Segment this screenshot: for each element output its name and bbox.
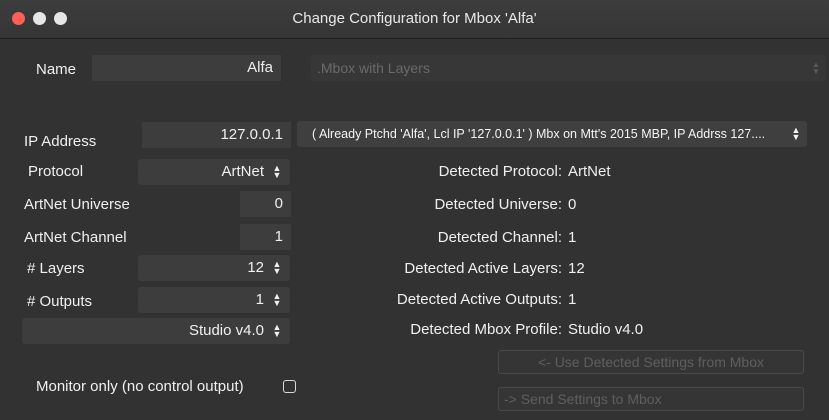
window-title: Change Configuration for Mbox 'Alfa' bbox=[292, 10, 537, 27]
profile-popup[interactable]: Studio v4.0 ▲ ▼ bbox=[22, 318, 290, 344]
profile-value: Studio v4.0 bbox=[188, 322, 264, 339]
popup-arrows-icon: ▲ ▼ bbox=[812, 60, 820, 76]
detected-outputs-row: Detected Active Outputs: 1 bbox=[296, 291, 576, 308]
ip-address-label: IP Address bbox=[24, 133, 97, 150]
name-label: Name bbox=[36, 61, 77, 78]
protocol-value: ArtNet bbox=[221, 163, 264, 180]
detected-channel-row: Detected Channel: 1 bbox=[296, 229, 577, 246]
layers-value: 12 bbox=[247, 259, 264, 276]
name-field[interactable]: Alfa bbox=[92, 55, 281, 81]
detected-universe-value: 0 bbox=[568, 196, 577, 213]
use-detected-settings-button[interactable]: <- Use Detected Settings from Mbox bbox=[498, 350, 804, 374]
detected-channel-value: 1 bbox=[568, 229, 577, 246]
detected-protocol-row: Detected Protocol: ArtNet bbox=[296, 163, 611, 180]
detected-channel-label: Detected Channel: bbox=[437, 229, 562, 246]
layers-popup[interactable]: 12 ▲ ▼ bbox=[138, 255, 290, 281]
outputs-label: # Outputs bbox=[27, 293, 93, 310]
layers-label: # Layers bbox=[27, 260, 85, 277]
protocol-popup[interactable]: ArtNet ▲ ▼ bbox=[138, 159, 290, 185]
monitor-only-checkbox[interactable] bbox=[283, 380, 296, 393]
detected-mbox-popup[interactable]: ( Already Ptchd 'Alfa', Lcl IP '127.0.0.… bbox=[297, 121, 807, 147]
ip-address-field[interactable]: 127.0.0.1 bbox=[142, 122, 291, 148]
outputs-value: 1 bbox=[255, 291, 264, 308]
detected-mbox-value: ( Already Ptchd 'Alfa', Lcl IP '127.0.0.… bbox=[312, 127, 766, 141]
popup-arrows-icon: ▲ ▼ bbox=[272, 291, 282, 308]
detected-universe-row: Detected Universe: 0 bbox=[296, 196, 576, 213]
detected-profile-value: Studio v4.0 bbox=[568, 321, 644, 338]
mbox-type-popup: .Mbox with Layers ▲ ▼ bbox=[311, 55, 826, 81]
artnet-universe-field[interactable]: 0 bbox=[240, 191, 291, 217]
title-bar: Change Configuration for Mbox 'Alfa' bbox=[0, 0, 829, 39]
detected-layers-row: Detected Active Layers: 12 bbox=[296, 260, 585, 277]
monitor-only-label: Monitor only (no control output) bbox=[36, 378, 244, 395]
mbox-type-value: .Mbox with Layers bbox=[317, 60, 430, 76]
detected-outputs-value: 1 bbox=[568, 291, 577, 308]
detected-layers-value: 12 bbox=[568, 260, 585, 277]
detected-protocol-value: ArtNet bbox=[568, 163, 611, 180]
popup-arrows-icon: ▲ ▼ bbox=[272, 322, 282, 339]
outputs-popup[interactable]: 1 ▲ ▼ bbox=[138, 287, 290, 313]
detected-outputs-label: Detected Active Outputs: bbox=[396, 291, 562, 308]
detected-profile-row: Detected Mbox Profile: Studio v4.0 bbox=[296, 321, 643, 338]
detected-layers-label: Detected Active Layers: bbox=[404, 260, 562, 277]
artnet-channel-field[interactable]: 1 bbox=[240, 224, 291, 250]
artnet-universe-label: ArtNet Universe bbox=[24, 196, 130, 213]
detected-profile-label: Detected Mbox Profile: bbox=[410, 321, 562, 338]
detected-universe-label: Detected Universe: bbox=[434, 196, 562, 213]
detected-protocol-label: Detected Protocol: bbox=[438, 163, 562, 180]
protocol-label: Protocol bbox=[28, 163, 84, 180]
popup-arrows-icon: ▲ ▼ bbox=[272, 259, 282, 276]
popup-arrows-icon: ▲ ▼ bbox=[272, 163, 282, 180]
popup-arrows-icon: ▲ ▼ bbox=[790, 121, 802, 147]
send-settings-button[interactable]: -> Send Settings to Mbox bbox=[498, 387, 804, 411]
artnet-channel-label: ArtNet Channel bbox=[24, 229, 127, 246]
